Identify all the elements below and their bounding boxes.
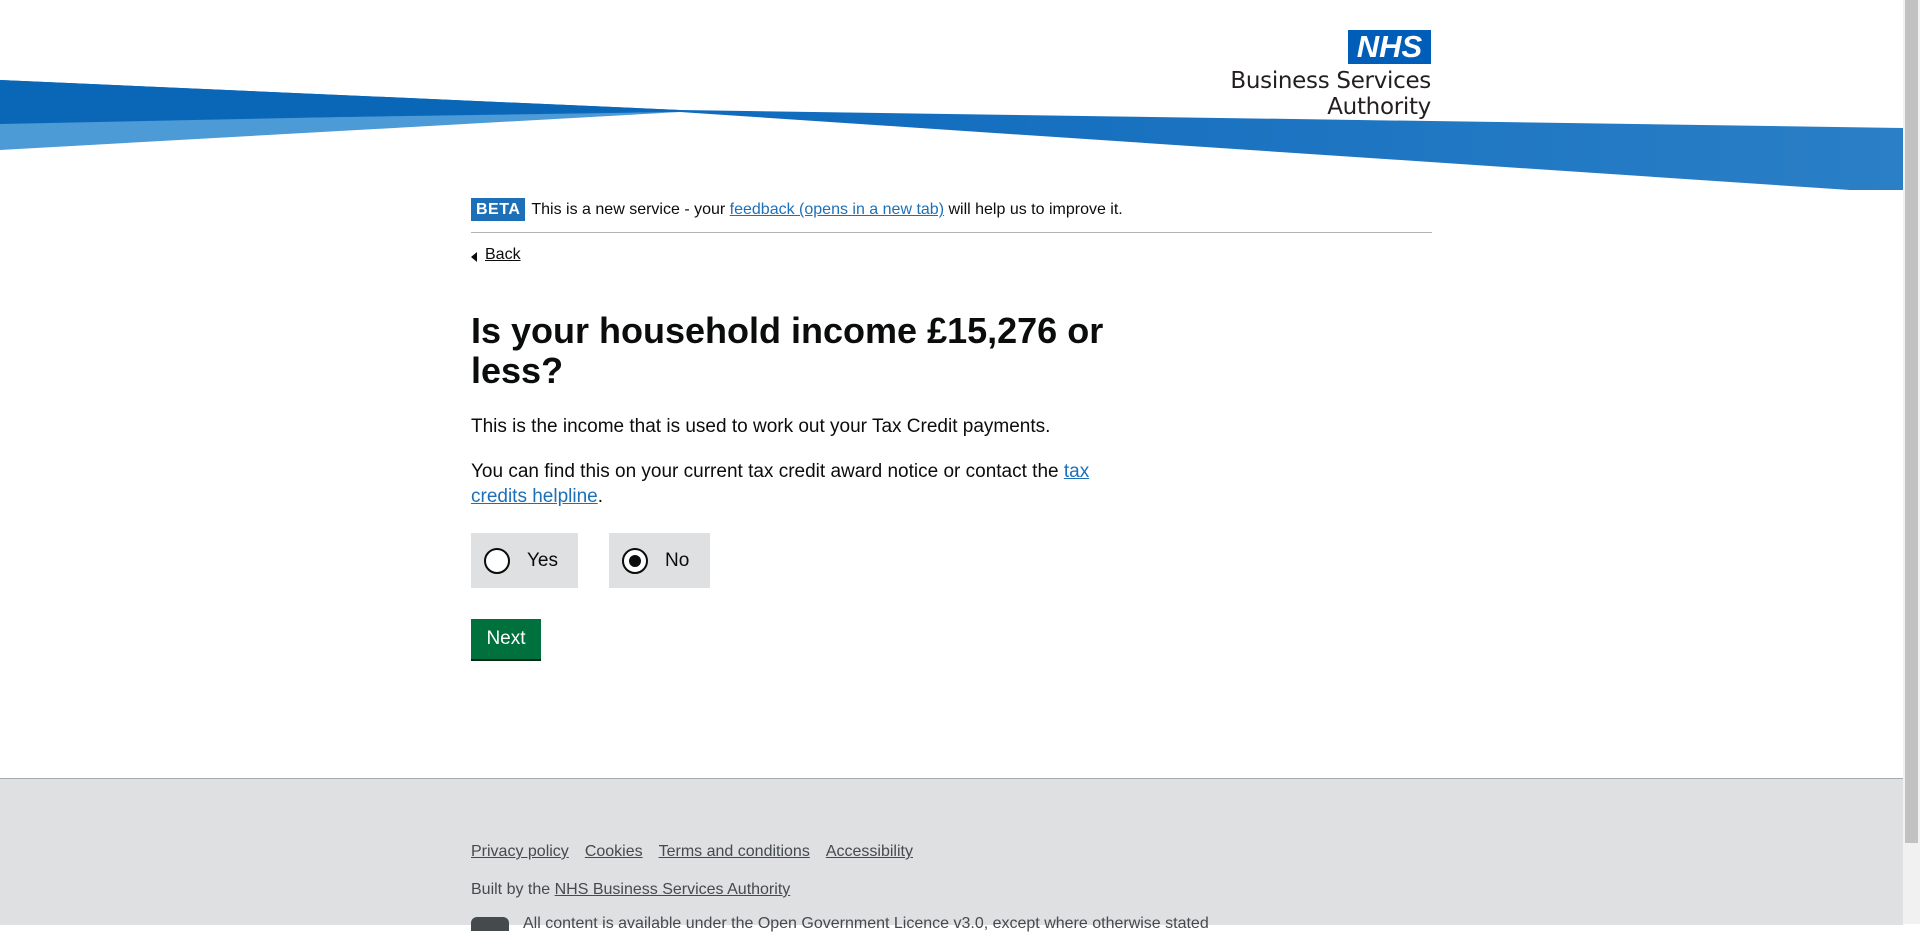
- footer-links: Privacy policy Cookies Terms and condition…: [471, 842, 929, 862]
- footer-link-privacy-policy[interactable]: Privacy policy: [471, 843, 569, 860]
- hint-paragraph-2: You can find this on your current tax cr…: [471, 459, 1111, 509]
- phase-banner: BETA This is a new service - your feedbac…: [471, 198, 1432, 233]
- footer-link-terms-and-conditions[interactable]: Terms and conditions: [659, 843, 810, 860]
- radio-selected-dot: [629, 554, 641, 567]
- footer-link-cookies[interactable]: Cookies: [585, 843, 643, 860]
- phase-banner-text-after: will help us to improve it.: [944, 201, 1123, 218]
- built-by: Built by the NHS Business Services Autho…: [471, 881, 790, 899]
- vertical-scrollbar[interactable]: [1903, 0, 1920, 924]
- ogl-logo-icon: [471, 917, 509, 931]
- back-link[interactable]: Back: [471, 246, 521, 264]
- beta-tag: BETA: [471, 198, 526, 221]
- feedback-link[interactable]: feedback (opens in a new tab): [730, 201, 944, 218]
- back-chevron-icon: [471, 252, 477, 262]
- hint-2-text: You can find this on your current tax cr…: [471, 461, 1064, 482]
- radio-option-yes[interactable]: Yes: [471, 533, 578, 588]
- radio-button-no[interactable]: [622, 547, 648, 574]
- radio-label-yes: Yes: [527, 549, 558, 571]
- radio-button-yes[interactable]: [484, 547, 510, 574]
- hint-paragraph-1: This is the income that is used to work …: [471, 416, 1051, 437]
- organisation-name: Business Services Authority: [1230, 68, 1431, 120]
- header-swoosh-graphic: [0, 80, 1903, 190]
- footer-link-accessibility[interactable]: Accessibility: [826, 843, 913, 860]
- nhs-logo[interactable]: NHS: [1348, 30, 1431, 64]
- built-by-text: Built by the: [471, 881, 555, 898]
- hint-2-end: .: [597, 486, 604, 507]
- page-title: Is your household income £15,276 or less…: [471, 310, 1104, 391]
- licence-row: All content is available under the Open …: [471, 915, 1209, 933]
- phase-banner-text-before: This is a new service - your: [531, 201, 730, 218]
- nhsbsa-link[interactable]: NHS Business Services Authority: [555, 881, 791, 898]
- site-footer: Privacy policy Cookies Terms and condition…: [0, 778, 1903, 932]
- scrollbar-thumb[interactable]: [1905, 0, 1918, 843]
- back-link-label: Back: [485, 246, 521, 263]
- radio-label-no: No: [665, 549, 690, 571]
- site-header: NHS Business Services Authority: [0, 0, 1903, 195]
- next-button[interactable]: Next: [471, 619, 541, 659]
- radio-option-no[interactable]: No: [609, 533, 710, 588]
